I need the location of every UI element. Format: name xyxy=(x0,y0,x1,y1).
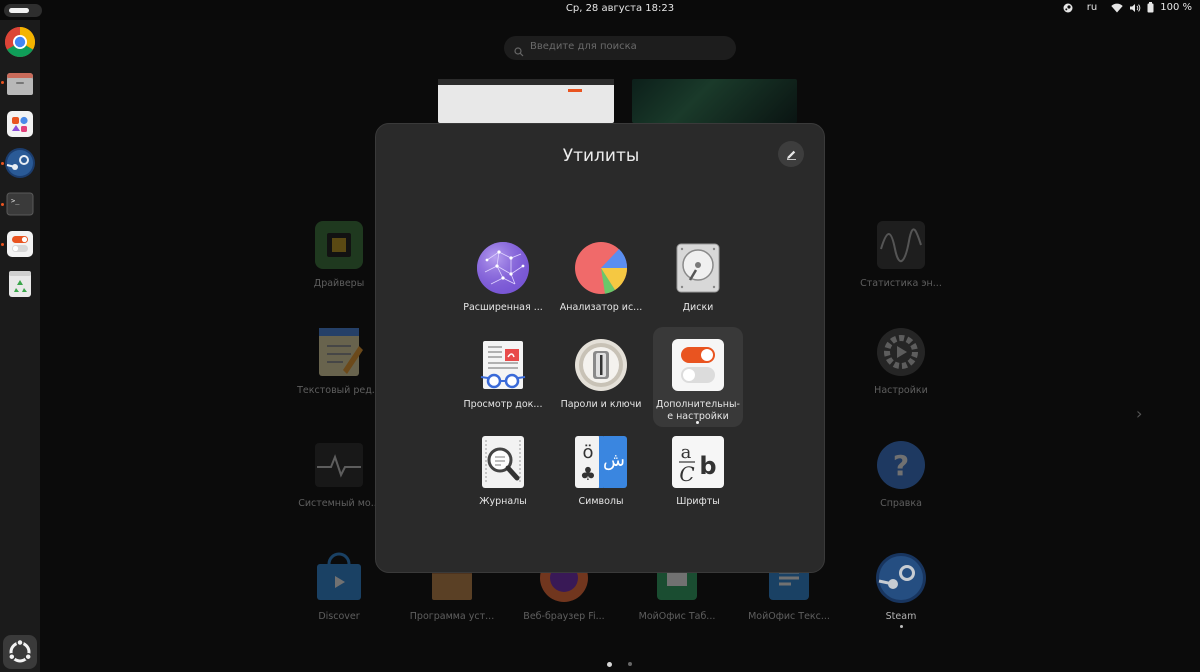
app-extension-manager[interactable]: Расширенная ... xyxy=(458,230,548,330)
help-icon: ? xyxy=(875,439,927,491)
svg-text:C: C xyxy=(679,462,694,486)
app-logs[interactable]: Журналы xyxy=(458,424,548,524)
logs-icon xyxy=(477,436,529,488)
rename-folder-button[interactable] xyxy=(778,141,804,167)
app-label: Steam xyxy=(885,611,917,622)
system-tray[interactable]: ru 100 % xyxy=(1063,2,1192,13)
app-label: МойОфис Текс... xyxy=(748,611,830,622)
app-icon-power-statistics[interactable]: Статистика эн... xyxy=(846,219,956,289)
document-viewer-icon xyxy=(477,339,529,391)
app-label: Настройки xyxy=(874,385,928,396)
svg-text:a: a xyxy=(681,442,692,463)
search-placeholder: Введите для поиска xyxy=(530,41,637,52)
app-icon-help[interactable]: ? Справка xyxy=(846,439,956,509)
app-label: Шрифты xyxy=(676,496,720,507)
trash-icon[interactable] xyxy=(4,268,36,300)
clock[interactable]: Ср, 28 августа 18:23 xyxy=(560,3,680,14)
chip-icon xyxy=(313,219,365,271)
software-icon[interactable] xyxy=(4,108,36,140)
window-preview-accent xyxy=(568,89,582,92)
status-menu[interactable]: 100 % xyxy=(1111,2,1192,13)
battery-icon xyxy=(1147,2,1154,13)
passwords-keys-icon xyxy=(575,339,627,391)
app-label: Просмотр док... xyxy=(463,399,543,410)
settings-icon xyxy=(875,326,927,378)
next-page-arrow[interactable]: › xyxy=(1136,404,1142,423)
folder-title[interactable]: Утилиты xyxy=(376,146,826,166)
app-label: Диски xyxy=(682,302,714,313)
steam-icon xyxy=(875,552,927,604)
activities-button[interactable] xyxy=(4,4,42,17)
steam-tray-icon[interactable] xyxy=(1063,3,1073,13)
extension-manager-icon xyxy=(477,242,529,294)
wifi-icon xyxy=(1111,3,1123,13)
app-characters[interactable]: ö ♣ ش Символы xyxy=(556,424,646,524)
app-tweaks[interactable]: Дополнительны-е настройки xyxy=(653,327,743,427)
app-label: МойОфис Таб... xyxy=(638,611,716,622)
disk-usage-icon xyxy=(575,242,628,294)
chrome-icon[interactable] xyxy=(4,26,36,58)
disks-icon xyxy=(672,242,724,294)
fonts-icon: a C b xyxy=(672,436,724,488)
ubuntu-logo-icon xyxy=(8,638,32,663)
app-label: Журналы xyxy=(479,496,527,507)
workspace-thumbnail[interactable] xyxy=(438,79,614,123)
running-indicator xyxy=(1,243,4,246)
tweaks-icon[interactable] xyxy=(4,228,36,260)
app-label: Discover xyxy=(318,611,360,622)
app-icon-steam[interactable]: Steam xyxy=(846,552,956,628)
system-monitor-icon xyxy=(313,439,365,491)
power-stats-icon xyxy=(875,219,927,271)
dock: >_ xyxy=(0,20,40,672)
keyboard-layout[interactable]: ru xyxy=(1087,2,1097,13)
pencil-icon xyxy=(786,150,796,160)
app-disk-usage-analyzer[interactable]: Анализатор ис... xyxy=(556,230,646,330)
battery-percent: 100 % xyxy=(1160,2,1192,13)
app-label: Дополнительны-е настройки xyxy=(656,399,740,422)
app-label: Расширенная ... xyxy=(463,302,543,313)
app-icon-settings[interactable]: Настройки xyxy=(846,326,956,396)
app-label: Символы xyxy=(578,496,624,507)
volume-icon xyxy=(1129,3,1141,13)
steam-icon[interactable] xyxy=(4,147,36,179)
search-icon xyxy=(514,42,524,61)
search-entry[interactable]: Введите для поиска xyxy=(504,36,736,60)
svg-text:♣: ♣ xyxy=(580,464,596,485)
terminal-icon[interactable]: >_ xyxy=(4,188,36,220)
app-label: Справка xyxy=(880,498,922,509)
svg-text:ö: ö xyxy=(582,442,593,463)
workspace-thumbnail[interactable] xyxy=(632,79,797,123)
svg-text:?: ? xyxy=(893,449,909,482)
app-label: Пароли и ключи xyxy=(560,399,642,410)
app-label: Анализатор ис... xyxy=(559,302,643,313)
discover-icon xyxy=(313,552,365,604)
running-indicator xyxy=(1,162,4,165)
app-label: Программа уст... xyxy=(409,611,495,622)
running-indicator xyxy=(899,625,903,628)
svg-text:b: b xyxy=(699,452,716,480)
app-passwords-keys[interactable]: Пароли и ключи xyxy=(556,327,646,427)
files-icon[interactable] xyxy=(4,68,36,100)
running-indicator xyxy=(1,203,4,206)
app-fonts[interactable]: a C b Шрифты xyxy=(653,424,743,524)
svg-text:ش: ش xyxy=(603,450,625,471)
app-disks[interactable]: Диски xyxy=(653,230,743,330)
page-indicator-active[interactable] xyxy=(607,662,612,667)
text-editor-icon xyxy=(313,326,365,378)
show-apps-button[interactable] xyxy=(3,635,37,669)
characters-icon: ö ♣ ش xyxy=(575,436,627,488)
window-titlebar xyxy=(438,79,614,85)
svg-text:>_: >_ xyxy=(11,197,20,205)
app-document-viewer[interactable]: Просмотр док... xyxy=(458,327,548,427)
tweaks-icon xyxy=(672,339,724,391)
top-bar: Ср, 28 августа 18:23 ru 100 % xyxy=(0,0,1200,20)
workspace-indicator xyxy=(9,8,29,13)
page-indicator[interactable] xyxy=(628,662,632,666)
app-folder-dialog: Утилиты Расширенная ... Анализатор ис...… xyxy=(375,123,825,573)
app-label: Статистика эн... xyxy=(860,278,942,289)
app-label: Веб-браузер Fi... xyxy=(523,611,605,622)
